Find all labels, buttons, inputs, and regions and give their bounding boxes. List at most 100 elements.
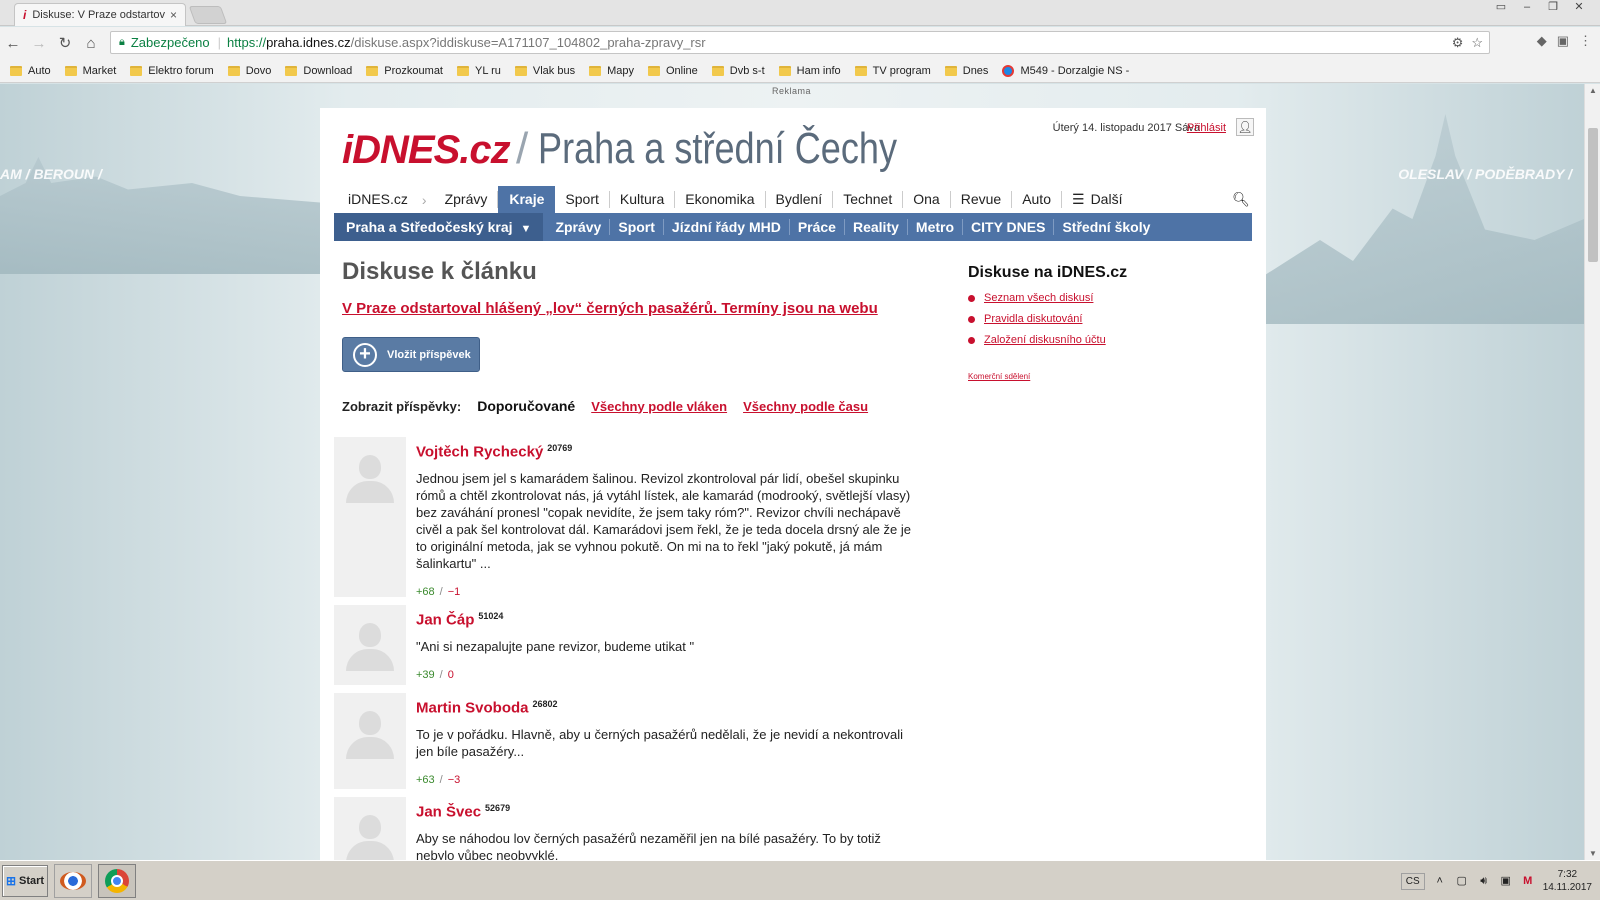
subnav-prace[interactable]: Práce <box>790 219 845 235</box>
menu-dots-icon[interactable]: ⋮ <box>1579 33 1592 49</box>
nav-kraje[interactable]: Kraje <box>498 186 556 213</box>
post-author[interactable]: Jan Čáp <box>416 611 474 628</box>
scroll-up-icon[interactable]: ▲ <box>1589 86 1597 95</box>
nav-revue[interactable]: Revue <box>951 191 1013 208</box>
post-author[interactable]: Jan Švec <box>416 803 481 820</box>
minimize-icon[interactable]: – <box>1516 0 1538 14</box>
bookmark-item[interactable]: Online <box>648 65 698 77</box>
subnav-sport[interactable]: Sport <box>610 219 664 235</box>
user-icon[interactable]: 👤︎ <box>1236 118 1254 136</box>
bookmark-item[interactable]: Dvb s-t <box>711 65 765 77</box>
vote-down[interactable]: −3 <box>448 774 461 786</box>
nav-ekonomika[interactable]: Ekonomika <box>675 191 766 208</box>
bookmark-item-ns[interactable]: M549 - Dorzalgie NS - <box>1002 64 1129 77</box>
vote-up[interactable]: +63 <box>416 774 435 786</box>
region-title[interactable]: Praha a střední Čechy <box>538 124 897 174</box>
bookmark-item[interactable]: Dovo <box>227 65 271 77</box>
vertical-scrollbar[interactable]: ▲ ▼ <box>1584 84 1600 860</box>
rules-link[interactable]: Pravidla diskutování <box>984 313 1082 325</box>
translate-icon[interactable]: ⚙ <box>1452 35 1464 51</box>
filter-by-threads[interactable]: Všechny podle vláken <box>591 399 727 414</box>
reload-icon[interactable]: ↻ <box>52 34 78 52</box>
filter-by-time[interactable]: Všechny podle času <box>743 399 868 414</box>
post-author[interactable]: Martin Svoboda <box>416 699 529 716</box>
language-indicator[interactable]: CS <box>1400 872 1425 890</box>
browser-tab[interactable]: i Diskuse: V Praze odstartov × <box>14 3 186 26</box>
bookmark-item[interactable]: Mapy <box>589 65 634 77</box>
vote-down[interactable]: −1 <box>448 586 461 598</box>
gmail-icon[interactable]: M <box>1521 874 1535 888</box>
nav-zpravy[interactable]: Zprávy <box>435 191 499 208</box>
all-discussions-link[interactable]: Seznam všech diskusí <box>984 292 1093 304</box>
subnav-reality[interactable]: Reality <box>845 219 908 235</box>
nav-bydleni[interactable]: Bydlení <box>766 191 834 208</box>
nav-ona[interactable]: Ona <box>903 191 951 208</box>
nav-kultura[interactable]: Kultura <box>610 191 676 208</box>
taskbar-app-chrome[interactable] <box>98 863 136 898</box>
clock[interactable]: 7:32 14.11.2017 <box>1543 868 1592 894</box>
vote-up[interactable]: +39 <box>416 669 435 681</box>
bookmark-item[interactable]: Ham info <box>778 65 841 77</box>
chrome-icon <box>105 868 129 893</box>
add-post-button[interactable]: + Vložit příspěvek <box>342 337 480 372</box>
volume-icon[interactable]: 🔊︎ <box>1477 874 1491 888</box>
bookmark-item[interactable]: YL ru <box>457 65 501 77</box>
subnav-zpravy[interactable]: Zprávy <box>543 219 611 235</box>
nav-technet[interactable]: Technet <box>833 191 904 208</box>
tray-expand-icon[interactable]: ˄ <box>1433 874 1447 888</box>
taskbar: ⊞ Start CS ˄ ▢ 🔊︎ ▣ M 7:32 14.11.2017 <box>0 860 1600 900</box>
tray-app-icon[interactable]: ▣ <box>1499 874 1513 888</box>
commercial-link[interactable]: Komerční sdělení <box>968 372 1238 381</box>
ns-site-icon <box>1002 64 1015 77</box>
new-tab-button[interactable] <box>188 6 228 24</box>
profile-icon[interactable]: ▭ <box>1490 0 1512 14</box>
close-window-icon[interactable]: ✕ <box>1568 0 1590 14</box>
nav-home[interactable]: iDNES.cz <box>334 191 418 208</box>
bookmark-item[interactable]: Auto <box>10 65 51 77</box>
region-dropdown[interactable]: Praha a Středočeský kraj ▼ <box>334 213 544 241</box>
tab-close-icon[interactable]: × <box>170 8 177 22</box>
bookmark-item[interactable]: Market <box>64 65 116 77</box>
search-icon[interactable]: 🔍︎ <box>1230 188 1252 210</box>
system-tray: CS ˄ ▢ 🔊︎ ▣ M 7:32 14.11.2017 <box>1400 863 1600 899</box>
article-link[interactable]: V Praze odstartoval hlášený „lov“ černýc… <box>342 300 922 317</box>
bookmark-item[interactable]: Prozkoumat <box>366 65 443 77</box>
bookmark-item[interactable]: Vlak bus <box>514 65 575 77</box>
back-icon[interactable]: ← <box>0 35 26 52</box>
idnes-logo[interactable]: iDNES.cz <box>342 128 511 173</box>
login-link[interactable]: Přihlásit <box>1187 122 1226 134</box>
folder-icon <box>778 65 791 76</box>
forward-icon[interactable]: → <box>26 35 52 52</box>
subnav-metro[interactable]: Metro <box>908 219 964 235</box>
home-icon[interactable]: ⌂ <box>78 35 104 52</box>
bookmark-item[interactable]: Download <box>285 65 352 77</box>
vote-down[interactable]: 0 <box>448 669 454 681</box>
bookmark-item[interactable]: Dnes <box>944 65 988 77</box>
extension-shield-icon[interactable]: ◆ <box>1537 33 1547 49</box>
subnav-stredni-skoly[interactable]: Střední školy <box>1054 219 1158 235</box>
bookmark-star-icon[interactable]: ☆ <box>1471 35 1483 51</box>
bookmark-item[interactable]: TV program <box>854 65 931 77</box>
filter-recommended[interactable]: Doporučované <box>477 398 575 414</box>
bookmark-item[interactable]: Elektro forum <box>130 65 214 77</box>
address-bar[interactable]: 🔒︎ Zabezpečeno | https:// praha.idnes.cz… <box>110 31 1490 54</box>
network-icon[interactable]: ▢ <box>1455 874 1469 888</box>
nav-auto[interactable]: Auto <box>1012 191 1062 208</box>
folder-icon <box>130 65 143 76</box>
posts-list: Vojtěch Rychecký 20769 Jednou jsem jel s … <box>334 437 914 860</box>
taskbar-app-viewer[interactable] <box>54 863 92 898</box>
subnav-jizdni-rady[interactable]: Jízdní řády MHD <box>664 219 790 235</box>
start-button[interactable]: ⊞ Start <box>2 864 48 897</box>
subnav-city-dnes[interactable]: CITY DNES <box>963 219 1055 235</box>
folder-icon <box>711 65 724 76</box>
restore-icon[interactable]: ❐ <box>1542 0 1564 14</box>
scroll-thumb[interactable] <box>1588 128 1598 262</box>
extension-badge-icon[interactable]: ▣ <box>1557 33 1569 49</box>
nav-more[interactable]: ☰ Další <box>1062 191 1132 208</box>
create-account-link[interactable]: Založení diskusního účtu <box>984 334 1106 346</box>
url-scheme: https:// <box>227 35 267 50</box>
post-author[interactable]: Vojtěch Rychecký <box>416 443 543 460</box>
vote-up[interactable]: +68 <box>416 586 435 598</box>
nav-sport[interactable]: Sport <box>555 191 610 208</box>
scroll-down-icon[interactable]: ▼ <box>1589 849 1597 858</box>
